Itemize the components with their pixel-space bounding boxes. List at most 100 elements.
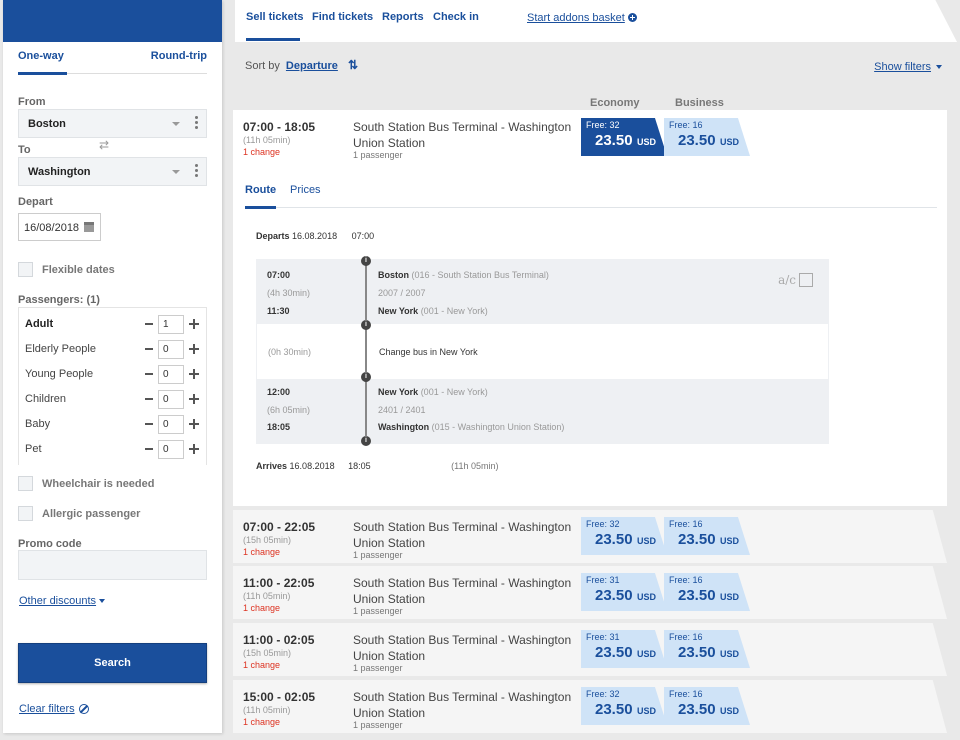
- passenger-count[interactable]: 0: [158, 440, 184, 459]
- economy-fare-button[interactable]: Free: 32 23.50 USD: [581, 118, 667, 156]
- tab-one-way[interactable]: One-way: [18, 50, 67, 75]
- economy-fare-button[interactable]: Free: 32 23.50 USD: [581, 517, 667, 555]
- free-seats: Free: 16: [669, 120, 703, 130]
- free-seats: Free: 32: [586, 120, 620, 130]
- tab-reports[interactable]: Reports: [382, 11, 424, 23]
- business-fare-button[interactable]: Free: 16 23.50 USD: [664, 517, 750, 555]
- tab-check-in[interactable]: Check in: [433, 11, 479, 23]
- top-nav: Sell tickets Find tickets Reports Check …: [235, 0, 957, 42]
- departs-line: Departs 16.08.2018 07:00: [256, 231, 374, 241]
- plus-icon[interactable]: [189, 369, 199, 379]
- wheelchair-checkbox[interactable]: Wheelchair is needed: [18, 476, 198, 492]
- info-icon[interactable]: i: [361, 436, 371, 446]
- info-icon[interactable]: i: [361, 320, 371, 330]
- seg-departure-time: 12:00: [267, 387, 291, 397]
- economy-fare-button[interactable]: Free: 31 23.50 USD: [581, 630, 667, 668]
- trip-row[interactable]: 11:00 - 02:05 (15h 05min) 1 change South…: [233, 623, 947, 676]
- business-fare-button[interactable]: Free: 16 23.50 USD: [664, 687, 750, 725]
- fare-price: 23.50: [678, 644, 716, 661]
- swap-icon[interactable]: ⇄: [99, 138, 115, 152]
- more-options-icon[interactable]: [195, 164, 199, 179]
- plus-icon[interactable]: [189, 419, 199, 429]
- trip-passengers: 1 passenger: [353, 150, 403, 160]
- from-label: From: [18, 96, 46, 108]
- trip-route: South Station Bus Terminal - Washington …: [353, 576, 572, 606]
- other-discounts-link[interactable]: Other discounts: [19, 595, 106, 607]
- passenger-name: Young People: [25, 368, 94, 380]
- checkbox[interactable]: [18, 476, 33, 491]
- tab-find-tickets[interactable]: Find tickets: [312, 11, 373, 23]
- trip-row-selected[interactable]: 07:00 - 18:05 (11h 05min) 1 change South…: [233, 110, 947, 166]
- search-button[interactable]: Search: [18, 643, 207, 683]
- fare-price: 23.50: [595, 132, 633, 149]
- allergic-checkbox[interactable]: Allergic passenger: [18, 506, 198, 522]
- trip-changes: 1 change: [243, 147, 281, 157]
- passenger-count[interactable]: 0: [158, 390, 184, 409]
- sidebar-header: [3, 0, 222, 42]
- plus-icon[interactable]: [189, 394, 199, 404]
- business-header: Business: [675, 97, 724, 109]
- minus-icon[interactable]: [145, 323, 153, 325]
- seg-arrival-time: 11:30: [267, 306, 290, 316]
- flexible-dates-checkbox[interactable]: Flexible dates: [18, 262, 198, 278]
- arrives-time: 18:05: [348, 461, 371, 471]
- trip-row[interactable]: 11:00 - 22:05 (11h 05min) 1 change South…: [233, 566, 947, 619]
- sort-departure-link[interactable]: Departure: [286, 60, 338, 72]
- free-seats: Free: 32: [586, 689, 620, 699]
- economy-fare-button[interactable]: Free: 32 23.50 USD: [581, 687, 667, 725]
- clear-filters-link[interactable]: Clear filters: [19, 703, 89, 715]
- info-icon[interactable]: i: [361, 256, 371, 266]
- passenger-count[interactable]: 0: [158, 365, 184, 384]
- to-select[interactable]: Washington: [18, 157, 207, 186]
- fare-price: 23.50: [678, 701, 716, 718]
- trip-time: 07:00 - 22:05: [243, 520, 316, 534]
- fare-currency: USD: [720, 137, 740, 147]
- start-basket-link[interactable]: Start addons basket: [527, 12, 637, 24]
- minus-icon[interactable]: [145, 448, 153, 450]
- show-filters-link[interactable]: Show filters: [874, 61, 942, 73]
- plus-icon[interactable]: [189, 344, 199, 354]
- passenger-count[interactable]: 0: [158, 340, 184, 359]
- economy-header: Economy: [590, 97, 640, 109]
- minus-icon[interactable]: [145, 348, 153, 350]
- trip-route: South Station Bus Terminal - Washington …: [353, 520, 572, 550]
- trip-passengers: 1 passenger: [353, 720, 403, 730]
- fare-currency: USD: [720, 592, 740, 602]
- passenger-count[interactable]: 0: [158, 415, 184, 434]
- change-text: Change bus in New York: [379, 347, 478, 357]
- free-seats: Free: 16: [669, 689, 703, 699]
- checkbox[interactable]: [18, 262, 33, 277]
- minus-icon[interactable]: [145, 423, 153, 425]
- sort-order-icon[interactable]: ⇅: [348, 58, 358, 72]
- plus-icon[interactable]: [189, 444, 199, 454]
- tab-route[interactable]: Route: [245, 184, 277, 209]
- detail-tabs: Route Prices: [245, 183, 937, 209]
- promo-code-input[interactable]: [18, 550, 207, 580]
- info-icon[interactable]: i: [361, 372, 371, 382]
- depart-date-field[interactable]: 16/08/2018: [18, 213, 101, 241]
- business-fare-button[interactable]: Free: 16 23.50 USD: [664, 573, 750, 611]
- trip-row[interactable]: 07:00 - 22:05 (15h 05min) 1 change South…: [233, 510, 947, 563]
- calendar-icon[interactable]: [84, 222, 94, 232]
- trip-route: South Station Bus Terminal - Washington …: [353, 633, 572, 663]
- minus-icon[interactable]: [145, 373, 153, 375]
- route-segment-1: 07:00 (4h 30min) 11:30 Boston (016 - Sou…: [256, 259, 829, 324]
- business-fare-button[interactable]: Free: 16 23.50 USD: [664, 630, 750, 668]
- tab-sell-tickets[interactable]: Sell tickets: [246, 11, 303, 41]
- trip-time: 11:00 - 02:05: [243, 633, 315, 647]
- more-options-icon[interactable]: [195, 116, 199, 131]
- tab-round-trip[interactable]: Round-trip: [151, 50, 207, 62]
- checkbox[interactable]: [18, 506, 33, 521]
- business-fare-button[interactable]: Free: 16 23.50 USD: [664, 118, 750, 156]
- minus-icon[interactable]: [145, 398, 153, 400]
- plus-icon[interactable]: [189, 319, 199, 329]
- trip-passengers: 1 passenger: [353, 663, 403, 673]
- trip-time: 07:00 - 18:05: [243, 120, 316, 134]
- trip-row[interactable]: 15:00 - 02:05 (11h 05min) 1 change South…: [233, 680, 947, 733]
- economy-fare-button[interactable]: Free: 31 23.50 USD: [581, 573, 667, 611]
- from-select[interactable]: Boston: [18, 109, 207, 138]
- change-duration: (0h 30min): [268, 347, 312, 357]
- passenger-count[interactable]: 1: [158, 315, 184, 334]
- tab-prices[interactable]: Prices: [290, 184, 321, 196]
- fare-currency: USD: [637, 592, 657, 602]
